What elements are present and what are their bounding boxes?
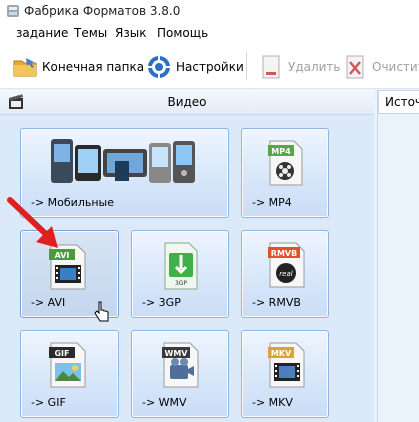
3gp-badge: 3GP <box>175 280 187 287</box>
tile-mkv[interactable]: MKV -> MKV <box>241 330 329 418</box>
clear-button[interactable]: Очистит <box>342 52 419 82</box>
output-folder-label: Конечная папка <box>42 60 145 74</box>
tile-rmvb-label: -> RMVB <box>252 296 301 309</box>
settings-button[interactable]: Настройки <box>146 52 244 82</box>
tile-wmv-label: -> WMV <box>142 396 187 409</box>
tile-3gp[interactable]: 3GP -> 3GP <box>131 230 229 318</box>
folder-icon <box>13 58 37 77</box>
wmv-badge: WMV <box>165 349 189 358</box>
panel-title: Видео <box>167 95 207 109</box>
settings-label: Настройки <box>176 60 244 74</box>
right-panel <box>374 90 419 422</box>
window-title: Фабрика Форматов 3.8.0 <box>24 4 181 18</box>
hand-cursor-icon <box>94 301 109 322</box>
splitter[interactable] <box>377 90 378 422</box>
delete-icon <box>262 55 280 79</box>
menu-bar: задание Темы Язык Помощь <box>0 22 419 44</box>
menu-language[interactable]: Язык <box>115 26 146 40</box>
tile-mkv-label: -> MKV <box>252 396 293 409</box>
output-folder-button[interactable]: Конечная папка <box>12 52 144 82</box>
delete-label: Удалить <box>288 60 341 74</box>
wmv-file-icon: WMV <box>162 342 199 388</box>
clear-label: Очистит <box>372 60 419 74</box>
toolbar-separator <box>246 52 247 80</box>
mp4-badge: MP4 <box>271 147 291 156</box>
source-column-header[interactable]: Источ <box>378 90 419 114</box>
menu-task[interactable]: задание <box>16 26 68 40</box>
tile-gif[interactable]: GIF -> GIF <box>20 330 119 418</box>
gif-badge: GIF <box>54 349 69 358</box>
panel-header: Видео <box>0 90 374 115</box>
source-header-label: Источ <box>385 95 419 109</box>
tile-wmv[interactable]: WMV -> WMV <box>131 330 229 418</box>
tile-gif-label: -> GIF <box>31 396 66 409</box>
title-bar: Фабрика Форматов 3.8.0 <box>0 0 419 22</box>
gif-file-icon: GIF <box>49 342 86 388</box>
delete-button[interactable]: Удалить <box>258 52 341 82</box>
menu-help[interactable]: Помощь <box>157 26 208 40</box>
mkv-badge: MKV <box>271 349 292 358</box>
rmvb-file-icon: RMVB real <box>268 242 305 288</box>
video-panel: Видео -> Мобильные MP4 -> MP4 AVI -> AVI… <box>0 90 374 422</box>
menu-themes[interactable]: Темы <box>74 26 107 40</box>
tile-mp4[interactable]: MP4 -> MP4 <box>241 128 329 218</box>
rmvb-badge: RMVB <box>271 249 297 258</box>
mp4-file-icon: MP4 <box>268 140 303 186</box>
3gp-file-icon: 3GP <box>164 242 198 290</box>
svg-text:real: real <box>279 270 292 278</box>
mkv-file-icon: MKV <box>268 342 305 388</box>
mobile-devices-icon <box>51 139 195 183</box>
tile-rmvb[interactable]: RMVB real -> RMVB <box>241 230 329 318</box>
app-icon <box>7 5 19 17</box>
tile-3gp-label: -> 3GP <box>142 296 181 309</box>
tile-avi-label: -> AVI <box>31 296 66 309</box>
red-arrow-annotation <box>7 197 58 248</box>
tile-mp4-label: -> MP4 <box>252 196 292 209</box>
settings-icon <box>148 56 170 78</box>
clear-icon <box>346 55 364 79</box>
